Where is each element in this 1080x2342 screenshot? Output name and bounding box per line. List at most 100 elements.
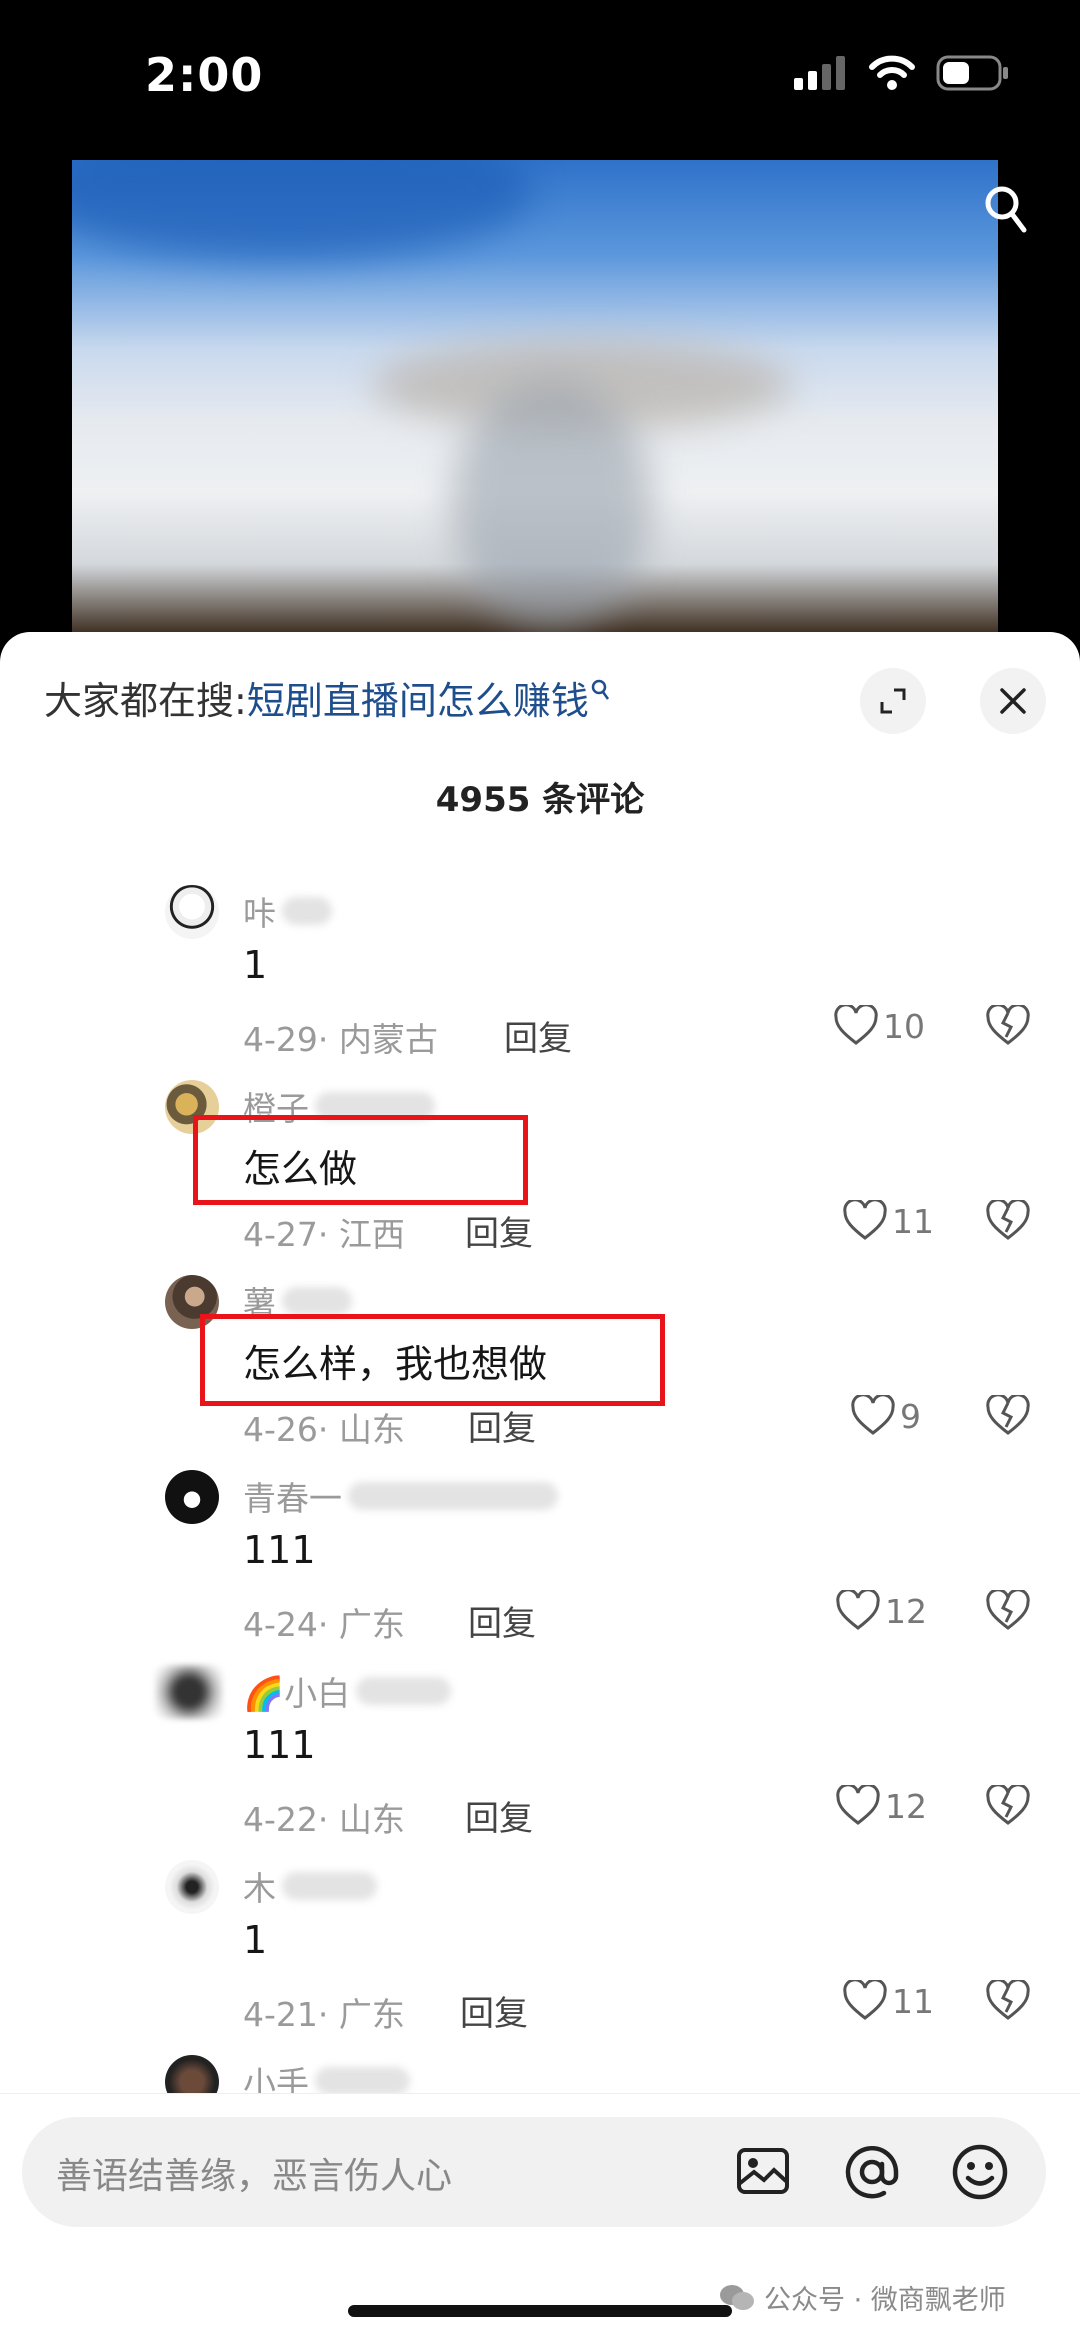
broken-heart-icon[interactable] [985, 1785, 1031, 1827]
highlight-box [200, 1314, 665, 1406]
comment-count: 4955 条评论 [435, 780, 645, 820]
avatar[interactable] [165, 2055, 219, 2095]
avatar[interactable] [165, 1860, 219, 1914]
battery-icon [936, 55, 1008, 91]
wifi-icon [869, 55, 915, 90]
at-icon[interactable] [842, 2142, 902, 2202]
blurred-name [315, 2067, 410, 2095]
comment-username[interactable]: 小手 [243, 2057, 309, 2095]
comment-text: 111 [243, 1723, 316, 1767]
home-indicator[interactable] [348, 2305, 732, 2317]
comment-item: 🌈小白 111 4-22· 山东 回复 12 [0, 1665, 1080, 1855]
comment-text: 1 [243, 1918, 268, 1962]
comment-item: 青春一 111 4-24· 广东 回复 12 [0, 1470, 1080, 1660]
blurred-name [348, 1482, 558, 1510]
broken-heart-icon[interactable] [985, 1005, 1031, 1047]
avatar[interactable] [165, 885, 219, 939]
comment-date: 4-22 [243, 1800, 318, 1839]
like-button[interactable]: 12 [835, 1590, 927, 1632]
reply-button[interactable]: 回复 [468, 1596, 536, 1645]
blurred-name [282, 1872, 377, 1900]
blurred-name [282, 897, 332, 925]
like-count: 9 [900, 1396, 921, 1436]
reply-button[interactable]: 回复 [465, 1206, 533, 1255]
expand-button[interactable] [860, 668, 926, 734]
comment-text: 111 [243, 1528, 316, 1572]
reply-button[interactable]: 回复 [465, 1791, 533, 1840]
avatar[interactable] [155, 1665, 223, 1719]
like-count: 10 [883, 1006, 925, 1046]
highlight-box [193, 1115, 528, 1205]
like-button[interactable]: 9 [850, 1395, 921, 1437]
search-suggestion-prefix: 大家都在搜: [44, 679, 247, 723]
like-button[interactable]: 10 [833, 1005, 925, 1047]
comment-input-placeholder: 善语结善缘，恶言伤人心 [56, 2156, 453, 2197]
comment-location: 山东 [338, 1410, 405, 1449]
like-button[interactable]: 11 [842, 1980, 934, 2022]
comment-location: 广东 [338, 1995, 405, 2034]
comment-meta: 4-24· 广东 [243, 1605, 405, 1644]
comment-item: 木 1 4-21· 广东 回复 11 [0, 1860, 1080, 2050]
broken-heart-icon[interactable] [985, 1590, 1031, 1632]
comment-username[interactable]: 咔 [243, 887, 276, 935]
status-icons [794, 55, 1010, 91]
avatar[interactable] [165, 1470, 219, 1524]
comment-date: 4-26 [243, 1410, 318, 1449]
comment-date: 4-27 [243, 1215, 318, 1254]
comment-text: 1 [243, 943, 268, 987]
comment-input[interactable]: 善语结善缘，恶言伤人心 [22, 2117, 1046, 2227]
broken-heart-icon[interactable] [985, 1200, 1031, 1242]
like-button[interactable]: 12 [835, 1785, 927, 1827]
video-thumbnail[interactable] [72, 160, 998, 635]
close-button[interactable] [980, 668, 1046, 734]
comment-date: 4-21 [243, 1995, 318, 2034]
search-suggestion[interactable]: 大家都在搜: 短剧直播间怎么赚钱 [44, 670, 611, 725]
watermark: 公众号 · 微商飘老师 [718, 2278, 1006, 2317]
heart-icon [836, 1590, 880, 1630]
heart-icon [843, 1980, 887, 2020]
broken-heart-icon[interactable] [985, 1980, 1031, 2022]
comment-username[interactable]: 木 [243, 1862, 276, 1910]
like-count: 12 [885, 1786, 927, 1826]
search-icon [591, 679, 609, 700]
comment-meta: 4-29· 内蒙古 [243, 1020, 438, 1059]
comment-meta: 4-27· 江西 [243, 1215, 405, 1254]
comment-username[interactable]: 🌈小白 [243, 1667, 350, 1715]
reply-button[interactable]: 回复 [504, 1011, 572, 1060]
emoji-icon[interactable] [950, 2142, 1010, 2202]
expand-icon [880, 688, 906, 714]
comment-meta: 4-26· 山东 [243, 1410, 405, 1449]
blurred-name [356, 1677, 452, 1705]
status-bar: 2:00 [0, 0, 1080, 150]
broken-heart-icon[interactable] [985, 1395, 1031, 1437]
like-button[interactable]: 11 [842, 1200, 934, 1242]
heart-icon [834, 1005, 878, 1045]
signal-icon [794, 56, 845, 90]
reply-button[interactable]: 回复 [468, 1401, 536, 1450]
blurred-name [282, 1287, 352, 1315]
status-time: 2:00 [145, 48, 264, 102]
comment-location: 江西 [338, 1215, 405, 1254]
close-icon [1000, 688, 1026, 714]
comment-item: 橙子 怎么做 4-27· 江西 回复 11 [0, 1080, 1080, 1270]
comment-item: 咔 1 4-29· 内蒙古 回复 10 [0, 885, 1080, 1075]
comment-sheet: 大家都在搜: 短剧直播间怎么赚钱 4955 条评论 咔 1 4-29· 内蒙古 … [0, 632, 1080, 2341]
like-count: 11 [892, 1981, 934, 2021]
comment-meta: 4-21· 广东 [243, 1995, 405, 2034]
heart-icon [836, 1785, 880, 1825]
search-icon[interactable] [984, 185, 1028, 235]
reply-button[interactable]: 回复 [460, 1986, 528, 2035]
watermark-text: 公众号 · 微商飘老师 [764, 2285, 1006, 2316]
comment-location: 山东 [338, 1800, 405, 1839]
search-suggestion-link[interactable]: 短剧直播间怎么赚钱 [247, 670, 589, 725]
comment-username[interactable]: 青春一 [243, 1472, 342, 1520]
comment-date: 4-24 [243, 1605, 318, 1644]
like-count: 11 [892, 1201, 934, 1241]
comment-location: 内蒙古 [338, 1020, 438, 1059]
heart-icon [851, 1395, 895, 1435]
image-icon[interactable] [734, 2142, 792, 2200]
comment-item: 小手 [0, 2055, 1080, 2095]
like-count: 12 [885, 1591, 927, 1631]
comment-meta: 4-22· 山东 [243, 1800, 405, 1839]
heart-icon [843, 1200, 887, 1240]
